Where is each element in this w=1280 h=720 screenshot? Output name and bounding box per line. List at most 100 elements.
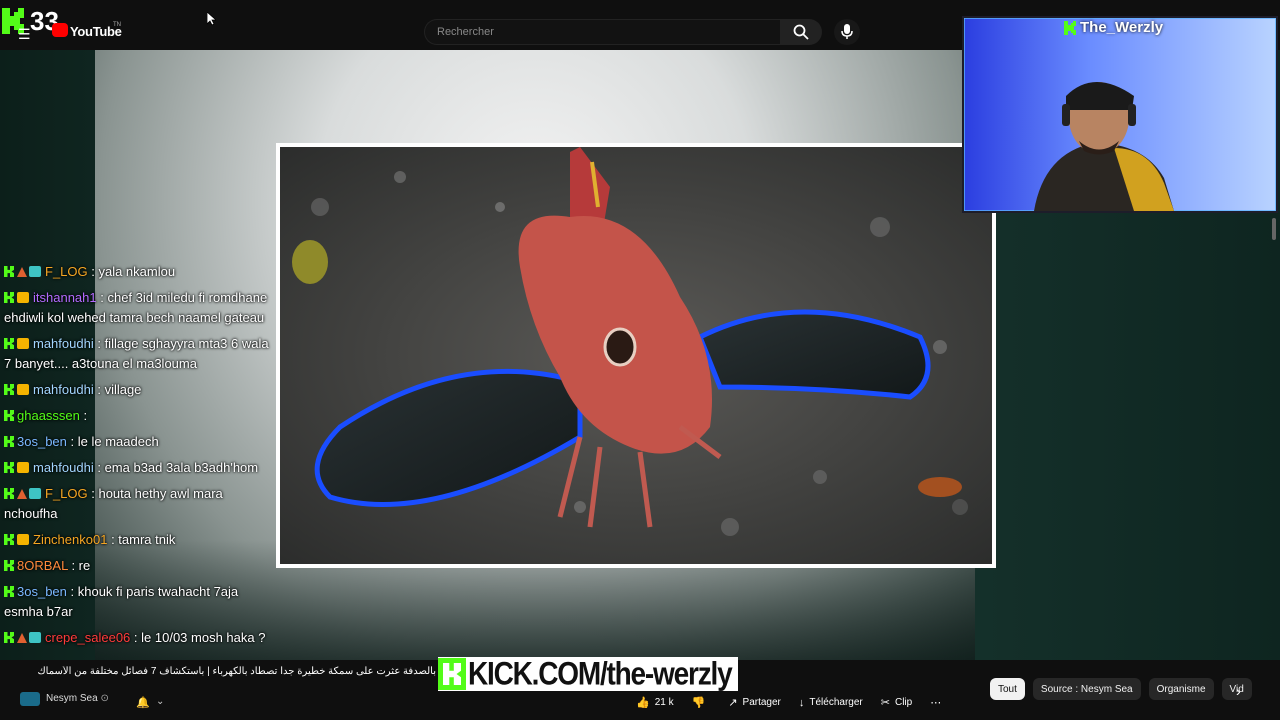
kick-channel-banner: KICK.COM/the-werzly	[438, 655, 738, 692]
youtube-logo-icon[interactable]	[52, 23, 68, 37]
streamer-webcam	[962, 16, 1278, 213]
chat-separator: :	[93, 336, 105, 351]
kick-channel-url: KICK.COM/the-werzly	[468, 655, 733, 692]
chat-message: Zinchenko01 : tamra tnik	[4, 530, 274, 550]
chat-username[interactable]: 8ORBAL	[17, 558, 68, 573]
scrollbar[interactable]	[1272, 218, 1276, 240]
chat-message: mahfoudhi : ema b3ad 3ala b3adh'hom	[4, 458, 274, 478]
webcam-feed	[964, 18, 1276, 211]
chat-text: yala nkamlou	[98, 264, 176, 279]
chat-separator: :	[93, 460, 105, 475]
filter-chip[interactable]: Organisme	[1148, 678, 1214, 700]
chat-text: re	[78, 558, 91, 573]
video-title-ticker: بالصدفة عثرت على سمكة خطيرة جدا تصطاد با…	[37, 666, 436, 677]
action-label: Télécharger	[809, 697, 863, 708]
clip-icon: ✂	[880, 697, 890, 709]
more-button[interactable]: ⋯	[930, 696, 946, 709]
menu-icon[interactable]: ☰	[18, 26, 31, 43]
trophy-badge-icon	[29, 266, 41, 277]
crown-badge-icon	[17, 292, 29, 303]
chat-message: ghaasssen :	[4, 406, 274, 426]
search-box	[424, 19, 780, 45]
filter-chip[interactable]: Source : Nesym Sea	[1032, 678, 1141, 700]
kick-badge-icon	[4, 338, 14, 349]
hat-badge-icon	[17, 633, 27, 643]
chat-username[interactable]: F_LOG	[45, 486, 88, 501]
bell-icon[interactable]: 🔔	[136, 696, 150, 709]
chat-text: ema b3ad 3ala b3adh'hom	[104, 460, 259, 475]
chat-message: 3os_ben : khouk fi paris twahacht 7aja e…	[4, 582, 274, 622]
chat-text: le 10/03 mosh haka ?	[141, 630, 266, 645]
chat-message: 3os_ben : le le maadech	[4, 432, 274, 452]
chat-username[interactable]: 3os_ben	[17, 584, 67, 599]
action-label: Clip	[894, 697, 913, 708]
clip-button[interactable]: ✂ Clip	[881, 696, 912, 709]
kick-badge-icon	[4, 488, 14, 499]
kick-badge-icon	[4, 292, 14, 303]
like-button[interactable]: 👍 21 k	[636, 696, 674, 709]
dislike-button[interactable]: 👎	[692, 696, 711, 709]
chat-separator: :	[67, 558, 79, 573]
fish-photo	[276, 143, 996, 568]
action-buttons: 👍 21 k 👎 ↗ Partager ↓ Télécharger ✂ Clip ⋯	[636, 696, 964, 710]
download-button[interactable]: ↓ Télécharger	[799, 696, 863, 709]
chat-username[interactable]: itshannah1	[33, 290, 97, 305]
chevron-down-icon[interactable]: ⌄	[156, 696, 164, 707]
kick-badge-icon	[4, 586, 14, 597]
chat-text: tamra tnik	[118, 532, 176, 547]
chat-separator: :	[66, 434, 78, 449]
filter-chip[interactable]: Tout	[990, 678, 1025, 700]
action-label: 21 k	[654, 697, 674, 708]
chat-username[interactable]: crepe_salee06	[45, 630, 130, 645]
chat-username[interactable]: mahfoudhi	[33, 336, 94, 351]
youtube-trademark: TN	[113, 22, 121, 28]
kick-badge-icon	[4, 266, 14, 277]
chat-text: village	[104, 382, 142, 397]
streamer-name: The_Werzly	[1080, 19, 1164, 36]
search-button[interactable]	[780, 19, 822, 45]
chat-separator: :	[93, 382, 105, 397]
channel-avatar[interactable]	[20, 692, 40, 706]
share-icon: ↗	[728, 697, 738, 709]
kick-badge-icon	[4, 384, 14, 395]
chat-text: le le maadech	[77, 434, 159, 449]
like-icon: 👍	[636, 697, 650, 709]
fish-image	[280, 147, 992, 564]
chat-message: itshannah1 : chef 3id miledu fi romdhane…	[4, 288, 274, 328]
mouse-cursor-icon	[207, 12, 216, 26]
kick-badge-icon	[4, 534, 14, 545]
chat-username[interactable]: mahfoudhi	[33, 382, 94, 397]
chat-separator: :	[96, 290, 108, 305]
kick-badge-icon	[1064, 21, 1076, 35]
chat-message: 8ORBAL : re	[4, 556, 274, 576]
chat-message: crepe_salee06 : le 10/03 mosh haka ?	[4, 628, 274, 648]
chat-username[interactable]: Zinchenko01	[33, 532, 107, 547]
chat-username[interactable]: ghaasssen	[17, 408, 80, 423]
kick-logo-icon	[438, 658, 466, 690]
hat-badge-icon	[17, 489, 27, 499]
crown-badge-icon	[17, 462, 29, 473]
chat-separator: :	[107, 532, 119, 547]
channel-name[interactable]: Nesym Sea ⊙	[46, 693, 109, 704]
action-label: Partager	[742, 697, 781, 708]
chat-message: F_LOG : yala nkamlou	[4, 262, 274, 282]
search-input[interactable]	[425, 20, 780, 44]
recommendation-chips: Tout Source : Nesym Sea Organisme Vid	[990, 678, 1252, 702]
chat-separator: :	[87, 486, 99, 501]
chat-username[interactable]: F_LOG	[45, 264, 88, 279]
kick-badge-icon	[4, 560, 14, 571]
chevron-right-icon[interactable]: ›	[1236, 683, 1241, 699]
chat-message: mahfoudhi : village	[4, 380, 274, 400]
trophy-badge-icon	[29, 632, 41, 643]
microphone-icon	[841, 24, 853, 39]
kick-badge-icon	[4, 632, 14, 643]
share-button[interactable]: ↗ Partager	[728, 696, 781, 709]
chat-overlay: F_LOG : yala nkamlou itshannah1 : chef 3i…	[4, 262, 274, 654]
chat-username[interactable]: 3os_ben	[17, 434, 67, 449]
crown-badge-icon	[17, 384, 29, 395]
chat-separator: :	[87, 264, 99, 279]
chat-username[interactable]: mahfoudhi	[33, 460, 94, 475]
dislike-icon: 👎	[691, 697, 706, 709]
hat-badge-icon	[17, 267, 27, 277]
voice-search-button[interactable]	[834, 19, 860, 45]
